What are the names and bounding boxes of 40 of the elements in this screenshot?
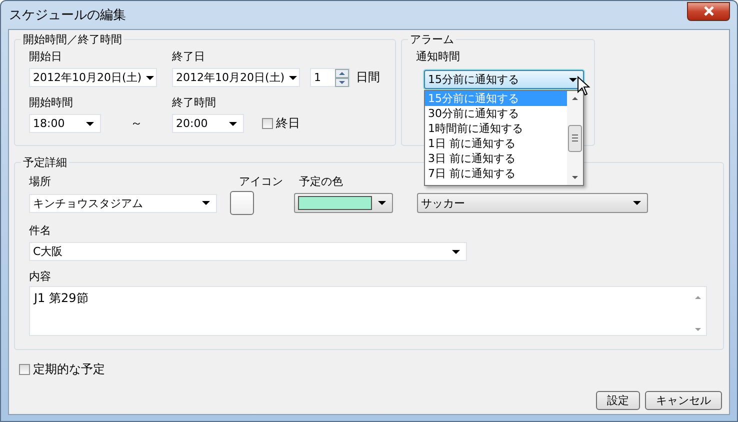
color-dropdown[interactable] xyxy=(294,193,393,213)
field-label: 件名 xyxy=(29,223,51,238)
dropdown-option[interactable]: 1日 前に通知する xyxy=(425,136,567,151)
all-day-checkbox[interactable]: 終日 xyxy=(262,115,300,132)
group-title: アラーム xyxy=(409,32,455,47)
content-text-area[interactable]: J1 第29節 xyxy=(29,286,707,336)
days-spinner[interactable]: 1 xyxy=(310,68,350,87)
field-label: 内容 xyxy=(29,269,51,284)
window-title: スケジュールの編集 xyxy=(9,7,126,24)
start-date-dropdown[interactable]: 2012年10月20日(土) xyxy=(29,68,157,87)
days-unit-label: 日間 xyxy=(356,69,380,86)
group-title: 開始時間／終了時間 xyxy=(22,32,123,47)
field-label: 場所 xyxy=(29,174,51,189)
field-label: 終了時間 xyxy=(172,95,216,110)
dropdown-option[interactable]: 3日 前に通知する xyxy=(425,151,567,166)
field-label: 通知時間 xyxy=(416,50,460,63)
close-button[interactable] xyxy=(687,2,730,20)
dropdown-option[interactable]: 30分前に通知する xyxy=(425,106,567,121)
spinner-arrows-icon xyxy=(335,68,349,86)
start-time-dropdown[interactable]: 18:00 xyxy=(29,114,101,133)
category-dropdown[interactable]: サッカー xyxy=(417,193,648,213)
range-separator: ～ xyxy=(130,115,144,132)
field-label: 予定の色 xyxy=(299,174,343,189)
field-label: アイコン xyxy=(239,174,283,189)
dropdown-option[interactable]: 1時間前に通知する xyxy=(425,121,567,136)
field-label: 終了日 xyxy=(172,49,205,64)
dialog-button[interactable]: キャンセル xyxy=(645,391,722,410)
icon-picker-button[interactable] xyxy=(230,191,254,215)
field-label: 開始時間 xyxy=(29,95,73,110)
subject-dropdown[interactable]: C大阪 xyxy=(29,242,467,261)
recurring-checkbox[interactable]: 定期的な予定 xyxy=(19,361,105,378)
notify-time-dropdown[interactable]: 15分前に通知する xyxy=(424,70,584,89)
place-dropdown[interactable]: キンチョウスタジアム xyxy=(29,194,217,212)
group-title: 予定詳細 xyxy=(22,155,68,170)
end-time-dropdown[interactable]: 20:00 xyxy=(172,114,244,133)
dropdown-option[interactable]: 7日 前に通知する xyxy=(425,166,567,181)
field-label: 開始日 xyxy=(29,49,62,64)
dialog-button[interactable]: 設定 xyxy=(596,391,640,410)
end-date-dropdown[interactable]: 2012年10月20日(土) xyxy=(172,68,300,87)
close-icon xyxy=(702,6,714,16)
